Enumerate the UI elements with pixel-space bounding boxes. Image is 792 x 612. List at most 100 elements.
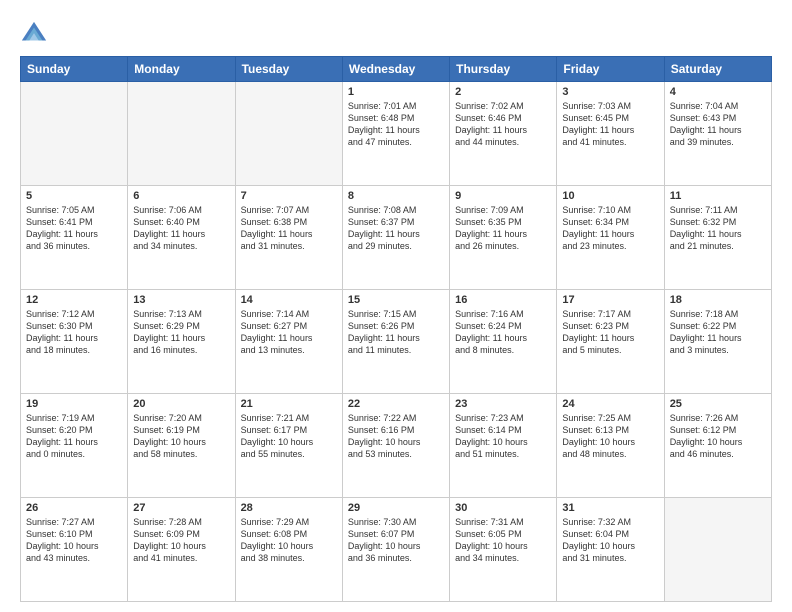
day-number-19: 19 <box>26 398 122 410</box>
calendar-day-31: 31Sunrise: 7:32 AM Sunset: 6:04 PM Dayli… <box>557 498 664 602</box>
calendar-day-12: 12 Sunrise: 7:12 AM Sunset: 6:30 PM Dayli… <box>21 290 128 394</box>
calendar-day-7: 7 Sunrise: 7:07 AM Sunset: 6:38 PM Daylig… <box>235 186 342 290</box>
day-number-20: 20 <box>133 398 229 410</box>
calendar-empty-0-1 <box>128 82 235 186</box>
day-number-10: 10 <box>562 190 658 202</box>
calendar-week-4: 26 Sunrise: 7:27 AM Sunset: 6:10 PM Dayli… <box>21 498 772 602</box>
day-info-1: Sunrise: 7:01 AM Sunset: 6:48 PM Dayligh… <box>348 100 444 149</box>
calendar-day-20: 20 Sunrise: 7:20 AM Sunset: 6:19 PM Dayli… <box>128 394 235 498</box>
day-number-27: 27 <box>133 502 229 514</box>
day-number-6: 6 <box>133 190 229 202</box>
logo <box>20 20 52 48</box>
calendar-header-wednesday: Wednesday <box>342 57 449 82</box>
calendar-day-21: 21 Sunrise: 7:21 AM Sunset: 6:17 PM Dayli… <box>235 394 342 498</box>
calendar-day-25: 25 Sunrise: 7:26 AM Sunset: 6:12 PM Dayli… <box>664 394 771 498</box>
calendar-header-row: SundayMondayTuesdayWednesdayThursdayFrid… <box>21 57 772 82</box>
day-number-2: 2 <box>455 86 551 98</box>
calendar-week-1: 5Sunrise: 7:05 AM Sunset: 6:41 PM Daylig… <box>21 186 772 290</box>
day-number-26: 26 <box>26 502 122 514</box>
calendar-day-1: 1 Sunrise: 7:01 AM Sunset: 6:48 PM Daylig… <box>342 82 449 186</box>
calendar-header-friday: Friday <box>557 57 664 82</box>
day-info-8: Sunrise: 7:08 AM Sunset: 6:37 PM Dayligh… <box>348 204 444 253</box>
calendar-day-8: 8 Sunrise: 7:08 AM Sunset: 6:37 PM Daylig… <box>342 186 449 290</box>
day-info-19: Sunrise: 7:19 AM Sunset: 6:20 PM Dayligh… <box>26 412 122 461</box>
calendar-day-14: 14 Sunrise: 7:14 AM Sunset: 6:27 PM Dayli… <box>235 290 342 394</box>
day-number-25: 25 <box>670 398 766 410</box>
day-number-8: 8 <box>348 190 444 202</box>
day-info-9: Sunrise: 7:09 AM Sunset: 6:35 PM Dayligh… <box>455 204 551 253</box>
calendar-empty-0-0 <box>21 82 128 186</box>
day-info-29: Sunrise: 7:30 AM Sunset: 6:07 PM Dayligh… <box>348 516 444 565</box>
day-number-3: 3 <box>562 86 658 98</box>
day-number-17: 17 <box>562 294 658 306</box>
calendar-day-24: 24 Sunrise: 7:25 AM Sunset: 6:13 PM Dayli… <box>557 394 664 498</box>
day-info-3: Sunrise: 7:03 AM Sunset: 6:45 PM Dayligh… <box>562 100 658 149</box>
calendar-empty-0-2 <box>235 82 342 186</box>
calendar-day-23: 23Sunrise: 7:23 AM Sunset: 6:14 PM Dayli… <box>450 394 557 498</box>
calendar-day-11: 11Sunrise: 7:11 AM Sunset: 6:32 PM Dayli… <box>664 186 771 290</box>
day-number-12: 12 <box>26 294 122 306</box>
day-info-4: Sunrise: 7:04 AM Sunset: 6:43 PM Dayligh… <box>670 100 766 149</box>
day-info-20: Sunrise: 7:20 AM Sunset: 6:19 PM Dayligh… <box>133 412 229 461</box>
calendar-day-29: 29 Sunrise: 7:30 AM Sunset: 6:07 PM Dayli… <box>342 498 449 602</box>
day-number-21: 21 <box>241 398 337 410</box>
day-number-7: 7 <box>241 190 337 202</box>
day-info-16: Sunrise: 7:16 AM Sunset: 6:24 PM Dayligh… <box>455 308 551 357</box>
calendar-day-27: 27 Sunrise: 7:28 AM Sunset: 6:09 PM Dayli… <box>128 498 235 602</box>
day-number-4: 4 <box>670 86 766 98</box>
calendar-week-2: 12 Sunrise: 7:12 AM Sunset: 6:30 PM Dayli… <box>21 290 772 394</box>
day-number-24: 24 <box>562 398 658 410</box>
day-info-7: Sunrise: 7:07 AM Sunset: 6:38 PM Dayligh… <box>241 204 337 253</box>
day-info-27: Sunrise: 7:28 AM Sunset: 6:09 PM Dayligh… <box>133 516 229 565</box>
calendar-week-3: 19 Sunrise: 7:19 AM Sunset: 6:20 PM Dayli… <box>21 394 772 498</box>
calendar-day-5: 5Sunrise: 7:05 AM Sunset: 6:41 PM Daylig… <box>21 186 128 290</box>
day-info-21: Sunrise: 7:21 AM Sunset: 6:17 PM Dayligh… <box>241 412 337 461</box>
calendar-day-18: 18Sunrise: 7:18 AM Sunset: 6:22 PM Dayli… <box>664 290 771 394</box>
calendar-header-thursday: Thursday <box>450 57 557 82</box>
day-info-12: Sunrise: 7:12 AM Sunset: 6:30 PM Dayligh… <box>26 308 122 357</box>
calendar-empty-4-6 <box>664 498 771 602</box>
day-info-24: Sunrise: 7:25 AM Sunset: 6:13 PM Dayligh… <box>562 412 658 461</box>
calendar-day-9: 9 Sunrise: 7:09 AM Sunset: 6:35 PM Daylig… <box>450 186 557 290</box>
calendar-day-13: 13 Sunrise: 7:13 AM Sunset: 6:29 PM Dayli… <box>128 290 235 394</box>
day-info-15: Sunrise: 7:15 AM Sunset: 6:26 PM Dayligh… <box>348 308 444 357</box>
day-number-18: 18 <box>670 294 766 306</box>
day-number-29: 29 <box>348 502 444 514</box>
logo-icon <box>20 20 48 48</box>
day-number-28: 28 <box>241 502 337 514</box>
day-number-16: 16 <box>455 294 551 306</box>
day-info-13: Sunrise: 7:13 AM Sunset: 6:29 PM Dayligh… <box>133 308 229 357</box>
day-number-23: 23 <box>455 398 551 410</box>
calendar-day-17: 17Sunrise: 7:17 AM Sunset: 6:23 PM Dayli… <box>557 290 664 394</box>
day-number-13: 13 <box>133 294 229 306</box>
calendar-day-16: 16 Sunrise: 7:16 AM Sunset: 6:24 PM Dayli… <box>450 290 557 394</box>
day-number-15: 15 <box>348 294 444 306</box>
day-number-22: 22 <box>348 398 444 410</box>
calendar-day-4: 4 Sunrise: 7:04 AM Sunset: 6:43 PM Daylig… <box>664 82 771 186</box>
day-number-9: 9 <box>455 190 551 202</box>
calendar-day-19: 19 Sunrise: 7:19 AM Sunset: 6:20 PM Dayli… <box>21 394 128 498</box>
calendar-day-15: 15 Sunrise: 7:15 AM Sunset: 6:26 PM Dayli… <box>342 290 449 394</box>
calendar-week-0: 1 Sunrise: 7:01 AM Sunset: 6:48 PM Daylig… <box>21 82 772 186</box>
day-number-31: 31 <box>562 502 658 514</box>
day-info-6: Sunrise: 7:06 AM Sunset: 6:40 PM Dayligh… <box>133 204 229 253</box>
calendar-day-2: 2Sunrise: 7:02 AM Sunset: 6:46 PM Daylig… <box>450 82 557 186</box>
day-info-28: Sunrise: 7:29 AM Sunset: 6:08 PM Dayligh… <box>241 516 337 565</box>
calendar-day-10: 10Sunrise: 7:10 AM Sunset: 6:34 PM Dayli… <box>557 186 664 290</box>
day-info-5: Sunrise: 7:05 AM Sunset: 6:41 PM Dayligh… <box>26 204 122 253</box>
day-number-11: 11 <box>670 190 766 202</box>
calendar-header-saturday: Saturday <box>664 57 771 82</box>
day-number-1: 1 <box>348 86 444 98</box>
day-info-22: Sunrise: 7:22 AM Sunset: 6:16 PM Dayligh… <box>348 412 444 461</box>
calendar-header-monday: Monday <box>128 57 235 82</box>
calendar-table: SundayMondayTuesdayWednesdayThursdayFrid… <box>20 56 772 602</box>
day-number-14: 14 <box>241 294 337 306</box>
header <box>20 16 772 48</box>
day-info-26: Sunrise: 7:27 AM Sunset: 6:10 PM Dayligh… <box>26 516 122 565</box>
calendar-day-6: 6 Sunrise: 7:06 AM Sunset: 6:40 PM Daylig… <box>128 186 235 290</box>
day-number-30: 30 <box>455 502 551 514</box>
calendar-day-3: 3 Sunrise: 7:03 AM Sunset: 6:45 PM Daylig… <box>557 82 664 186</box>
day-info-14: Sunrise: 7:14 AM Sunset: 6:27 PM Dayligh… <box>241 308 337 357</box>
calendar-day-26: 26 Sunrise: 7:27 AM Sunset: 6:10 PM Dayli… <box>21 498 128 602</box>
day-info-25: Sunrise: 7:26 AM Sunset: 6:12 PM Dayligh… <box>670 412 766 461</box>
